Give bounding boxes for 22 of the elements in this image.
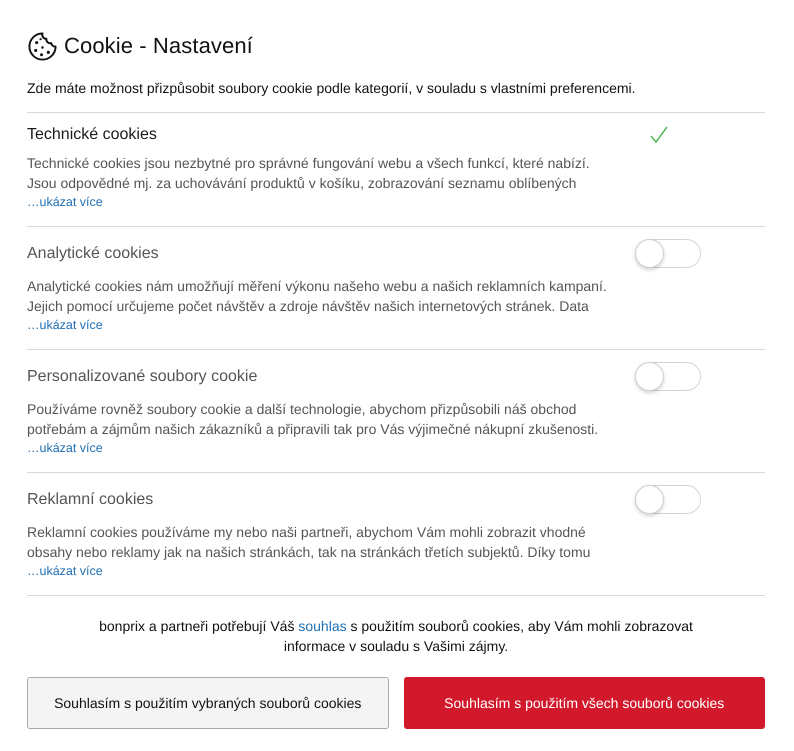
category-description: Reklamní cookies používáme my nebo naši partneři, abychom Vám mohli zobrazit vhodné obsahy nebo reklamy jak na našich stránkách, tak na stránkách třetích subjektů. Díky tomu xyxy=(27,523,592,562)
dialog-title: Cookie - Nastavení xyxy=(64,33,253,59)
accept-selected-button[interactable]: Souhlasím s použitím vybraných souborů cookies xyxy=(27,677,388,729)
category-title: Analytické cookies xyxy=(27,244,159,264)
category-title: Personalizované soubory cookie xyxy=(27,366,258,386)
cookie-icon xyxy=(27,30,58,62)
category-description: Technické cookies jsou nezbytné pro správné fungování webu a všech funkcí, které nabízí. Jsou odpovědné mj. za uchovávání produktů v košíku, zobrazování seznamu oblíbených xyxy=(27,154,591,193)
toggle-switch[interactable] xyxy=(635,239,701,268)
category-title: Technické cookies xyxy=(27,125,157,145)
show-more-link[interactable]: …ukázat více xyxy=(27,563,103,579)
consent-link[interactable]: souhlas xyxy=(298,618,347,634)
toggle-switch[interactable] xyxy=(635,362,701,391)
accept-all-button[interactable]: Souhlasím s použitím všech souborů cookies xyxy=(404,677,765,729)
category-description: Analytické cookies nám umožňují měření výkonu našeho webu a našich reklamních kampaní. Jejich pomocí určujeme počet návštěv a zdroje návštěv našich internetových stránek. Data xyxy=(27,277,608,316)
consent-text: bonprix a partneři potřebují Váš souhlas s použitím souborů cookies, aby Vám mohli zobrazovat informace v souladu s Vašimi zájmy. xyxy=(98,617,694,656)
show-more-link[interactable]: …ukázat více xyxy=(27,440,103,456)
category-description: Používáme rovněž soubory cookie a další technologie, abychom přizpůsobili náš obchod potřebám a zájmům našich zákazníků a připravili tak pro Vás výjimečné nákupní zkušenosti. xyxy=(27,400,600,439)
show-more-link[interactable]: …ukázat více xyxy=(27,317,103,333)
intro-text: Zde máte možnost přizpůsobit soubory cookie podle kategorií, v souladu s vlastními preferencemi. xyxy=(27,79,637,98)
toggle-switch[interactable] xyxy=(635,485,701,514)
category-title: Reklamní cookies xyxy=(27,490,154,510)
show-more-link[interactable]: …ukázat více xyxy=(27,194,103,210)
